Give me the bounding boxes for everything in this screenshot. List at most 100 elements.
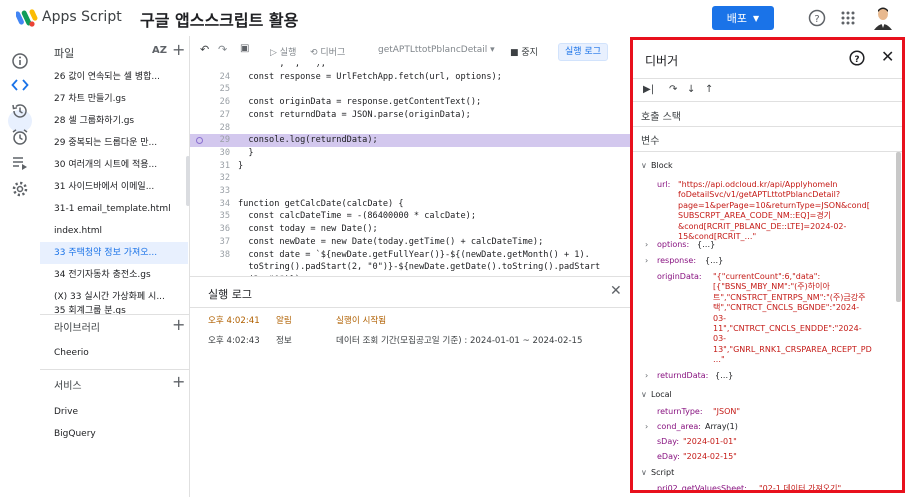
code-line[interactable]: 35 const calcDateTime = -(86400000 * cal… [190,210,630,223]
step-over-icon[interactable]: ↷ [669,84,677,95]
line-number[interactable]: 29 [208,134,230,147]
line-number[interactable]: 31 [208,160,230,173]
run-button[interactable]: ▷ 실행 [270,45,296,58]
call-stack-header[interactable]: 호출 스택 [641,108,681,123]
add-library-plus-icon[interactable]: + [172,315,185,334]
line-number[interactable]: 32 [208,172,230,185]
debug-button[interactable]: ⟲ 디버그 [310,45,345,58]
var-value-sday[interactable]: "2024-01-01" [683,437,737,447]
file-item[interactable]: index.html [40,220,188,242]
var-value-return-type[interactable]: "JSON" [713,407,740,417]
debugger-scrollbar[interactable] [896,152,901,302]
close-icon[interactable]: ✕ [610,283,622,299]
chevron-right-icon[interactable]: › [645,256,648,266]
save-icon[interactable]: ▣ [240,43,249,54]
info-icon[interactable] [11,52,29,70]
variables-header[interactable]: 변수 [641,132,659,147]
line-number[interactable]: 38 [208,249,230,262]
var-value-response[interactable]: {…} [705,256,723,266]
file-item[interactable]: 27 차트 만들기.gs [40,88,188,110]
line-number[interactable]: 34 [208,198,230,211]
close-icon[interactable]: ✕ [881,47,894,66]
add-service-plus-icon[interactable]: + [172,372,185,391]
code-line[interactable]: 38 const date = `${newDate.getFullYear()… [190,249,630,262]
chevron-down-icon: ▾ [487,45,495,55]
code-line[interactable]: 32 [190,172,630,185]
service-item[interactable]: BigQuery [54,429,96,439]
file-item[interactable]: 31 사이드바에서 이메일... [40,176,188,198]
redo-icon[interactable]: ↷ [218,43,227,56]
line-number[interactable]: 30 [208,147,230,160]
code-editor[interactable]: , , ); 24 const response = UrlFetchApp.fe… [190,64,630,276]
var-value-returnd-data[interactable]: {…} [715,371,733,381]
code-line[interactable]: , , ); [190,64,630,71]
line-number[interactable]: 25 [208,83,230,96]
line-number[interactable]: 28 [208,122,230,135]
step-out-icon[interactable]: ↑ [705,84,713,95]
line-number[interactable]: 35 [208,210,230,223]
var-value-cond-area[interactable]: Array(1) [705,422,738,432]
code-editor-icon[interactable] [11,76,29,94]
var-value-url[interactable]: "https://api.odcloud.kr/api/ApplyhomeIn … [678,180,870,242]
file-item[interactable]: 30 여러개의 시트에 적용... [40,154,188,176]
var-value-options[interactable]: {…} [697,240,715,250]
function-select[interactable]: getAPTLttotPblancDetail ▾ [378,45,495,55]
stop-button[interactable]: ■ 중지 [510,45,538,58]
trigger-alarm-icon[interactable] [11,128,29,146]
code-line[interactable]: 31} [190,160,630,173]
var-value-prj02[interactable]: "02-1 데이터 가져오기" [759,484,841,490]
code-line[interactable]: 33 [190,185,630,198]
code-line[interactable]: 36 const today = new Date(); [190,223,630,236]
file-item-active[interactable]: 33 주택청약 정보 가져오... [40,242,188,264]
deploy-button[interactable]: 배포 ▼ [712,6,774,30]
sort-az-icon[interactable]: AZ [152,45,167,56]
line-number[interactable]: 33 [208,185,230,198]
service-item[interactable]: Drive [54,407,78,417]
help-icon[interactable]: ? [849,50,865,66]
resume-icon[interactable]: ▶| [643,84,654,95]
line-number[interactable]: 36 [208,223,230,236]
var-value-eday[interactable]: "2024-02-15" [683,452,737,462]
code-line[interactable]: 28 [190,122,630,135]
file-item[interactable]: 28 셀 그룹화하기.gs [40,110,188,132]
code-line[interactable]: 34 function getCalcDate(calcDate) { [190,198,630,211]
code-line[interactable]: 29 console.log(returndData); [190,134,630,147]
help-icon[interactable]: ? [808,9,826,27]
file-item[interactable]: 29 중복되는 드롭다운 만... [40,132,188,154]
code-line[interactable]: 24 const response = UrlFetchApp.fetch(ur… [190,71,630,84]
library-item[interactable]: Cheerio [54,348,89,358]
apps-grid-icon[interactable] [840,10,856,26]
files-header: 파일 [54,47,75,60]
app-name[interactable]: Apps Script [42,9,122,25]
chevron-right-icon[interactable]: › [645,422,648,432]
chevron-right-icon[interactable]: › [645,240,648,250]
code-line[interactable]: 30 } [190,147,630,160]
var-value-origin-data[interactable]: "{"currentCount":6,"data": [{"BSNS_MBY_N… [713,272,872,366]
file-item[interactable]: 34 전기자동차 충전소.gs [40,264,188,286]
scope-local[interactable]: ∨ Local [641,390,672,399]
execution-log-button[interactable]: 실행 로그 [558,43,608,61]
breakpoint-icon[interactable] [196,137,203,145]
undo-icon[interactable]: ↶ [200,43,209,56]
avatar[interactable] [872,6,894,30]
scope-script[interactable]: ∨ Script [641,468,674,477]
line-number[interactable]: 27 [208,109,230,122]
code-line[interactable]: 26 const originData = response.getConten… [190,96,630,109]
project-title[interactable]: 구글 앱스스크립트 활용 [140,7,298,31]
scope-block[interactable]: ∨ Block [641,161,673,170]
code-line[interactable]: 27 const returndData = JSON.parse(origin… [190,109,630,122]
history-icon[interactable] [11,102,29,120]
line-number[interactable]: 37 [208,236,230,249]
code-line[interactable]: toString().padStart(2, "0")}-${newDate.g… [190,261,630,274]
chevron-right-icon[interactable]: › [645,371,648,381]
file-item[interactable]: 31-1 email_template.html [40,198,188,220]
add-file-plus-icon[interactable]: + [172,40,185,59]
code-line[interactable]: 25 [190,83,630,96]
line-number[interactable]: 24 [208,71,230,84]
file-item[interactable]: 26 값이 연속되는 셀 병합... [40,66,188,88]
step-into-icon[interactable]: ↓ [687,84,695,95]
code-line[interactable]: 37 const newDate = new Date(today.getTim… [190,236,630,249]
line-number[interactable]: 26 [208,96,230,109]
executions-list-icon[interactable] [11,154,29,172]
settings-gear-icon[interactable] [11,180,29,198]
